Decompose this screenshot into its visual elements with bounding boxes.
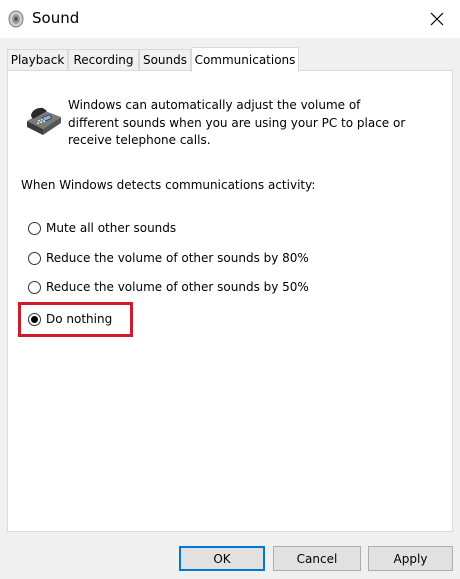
radio-button[interactable] (28, 221, 41, 235)
radio-button[interactable] (28, 280, 41, 294)
close-icon (430, 12, 444, 26)
option-reduce-80[interactable]: Reduce the volume of other sounds by 80% (28, 248, 309, 268)
close-button[interactable] (414, 0, 460, 38)
tab-communications[interactable]: Communications (191, 47, 299, 72)
ok-button[interactable]: OK (179, 546, 265, 571)
telephone-icon (27, 107, 61, 135)
tab-strip: Playback Recording Sounds Communications (7, 47, 453, 72)
option-reduce-50[interactable]: Reduce the volume of other sounds by 50% (28, 277, 309, 297)
highlight-box (18, 302, 133, 337)
title-bar: Sound (0, 0, 460, 38)
tab-sounds[interactable]: Sounds (139, 49, 191, 70)
cancel-button[interactable]: Cancel (273, 546, 361, 571)
option-label: Mute all other sounds (46, 221, 177, 235)
tab-playback[interactable]: Playback (7, 49, 68, 70)
option-label: Reduce the volume of other sounds by 80% (46, 251, 309, 265)
communications-panel: Windows can automatically adjust the vol… (7, 70, 453, 532)
apply-button[interactable]: Apply (368, 546, 453, 571)
tab-recording[interactable]: Recording (68, 49, 139, 70)
speaker-icon (8, 10, 24, 28)
sound-dialog: Sound Playback Recording Sounds Communic… (0, 0, 460, 579)
window-title: Sound (32, 9, 80, 27)
description-text: Windows can automatically adjust the vol… (68, 98, 406, 147)
option-mute-all[interactable]: Mute all other sounds (28, 218, 176, 238)
detect-label: When Windows detects communications acti… (21, 178, 316, 192)
radio-button[interactable] (28, 251, 41, 265)
option-label: Reduce the volume of other sounds by 50% (46, 280, 309, 294)
